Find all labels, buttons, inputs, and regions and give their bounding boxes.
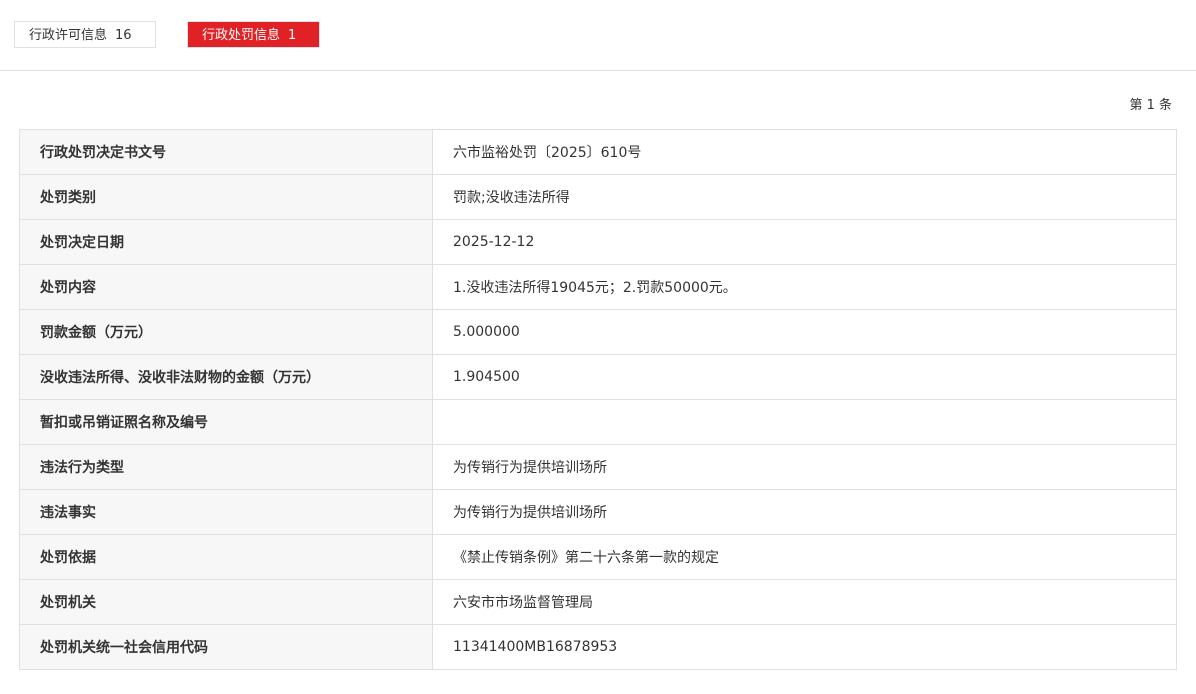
table-row: 处罚依据 《禁止传销条例》第二十六条第一款的规定: [19, 534, 1177, 580]
table-row: 违法事实 为传销行为提供培训场所: [19, 489, 1177, 535]
field-label: 处罚内容: [19, 264, 433, 310]
table-row: 处罚决定日期 2025-12-12: [19, 219, 1177, 265]
field-value: 为传销行为提供培训场所: [432, 489, 1177, 535]
table-row: 处罚类别 罚款;没收违法所得: [19, 174, 1177, 220]
table-row: 处罚内容 1.没收违法所得19045元；2.罚款50000元。: [19, 264, 1177, 310]
table-row: 处罚机关统一社会信用代码 11341400MB16878953: [19, 624, 1177, 670]
field-label: 行政处罚决定书文号: [19, 129, 433, 175]
table-row: 行政处罚决定书文号 六市监裕处罚〔2025〕610号: [19, 129, 1177, 175]
field-label: 处罚机关统一社会信用代码: [19, 624, 433, 670]
field-value: 罚款;没收违法所得: [432, 174, 1177, 220]
tab-bar: 行政许可信息 16 行政处罚信息 1: [14, 21, 320, 48]
tab-label: 行政许可信息: [29, 28, 108, 43]
field-value: 11341400MB16878953: [432, 624, 1177, 670]
field-value: 为传销行为提供培训场所: [432, 444, 1177, 490]
field-value: 1.904500: [432, 354, 1177, 400]
field-label: 处罚类别: [19, 174, 433, 220]
table-row: 暂扣或吊销证照名称及编号: [19, 399, 1177, 445]
tab-administrative-penalty[interactable]: 行政处罚信息 1: [187, 21, 320, 48]
field-label: 罚款金额（万元）: [19, 309, 433, 355]
tab-count: 1: [288, 28, 297, 43]
field-value: 2025-12-12: [432, 219, 1177, 265]
field-label: 没收违法所得、没收非法财物的金额（万元）: [19, 354, 433, 400]
field-value: 5.000000: [432, 309, 1177, 355]
field-label: 处罚机关: [19, 579, 433, 625]
record-index: 第 1 条: [1129, 98, 1172, 113]
table-row: 处罚机关 六安市市场监督管理局: [19, 579, 1177, 625]
table-row: 罚款金额（万元） 5.000000: [19, 309, 1177, 355]
tab-label: 行政处罚信息: [202, 28, 281, 43]
field-label: 违法事实: [19, 489, 433, 535]
field-value: 《禁止传销条例》第二十六条第一款的规定: [432, 534, 1177, 580]
field-label: 处罚决定日期: [19, 219, 433, 265]
field-value: 六市监裕处罚〔2025〕610号: [432, 129, 1177, 175]
tab-count: 16: [115, 28, 132, 43]
field-value: 六安市市场监督管理局: [432, 579, 1177, 625]
field-label: 暂扣或吊销证照名称及编号: [19, 399, 433, 445]
field-value: 1.没收违法所得19045元；2.罚款50000元。: [432, 264, 1177, 310]
tab-administrative-license[interactable]: 行政许可信息 16: [14, 21, 156, 48]
table-row: 没收违法所得、没收非法财物的金额（万元） 1.904500: [19, 354, 1177, 400]
penalty-detail-table: 行政处罚决定书文号 六市监裕处罚〔2025〕610号 处罚类别 罚款;没收违法所得 处罚…: [19, 129, 1177, 670]
field-value: [432, 399, 1177, 445]
table-row: 违法行为类型 为传销行为提供培训场所: [19, 444, 1177, 490]
divider: [0, 70, 1196, 71]
field-label: 处罚依据: [19, 534, 433, 580]
field-label: 违法行为类型: [19, 444, 433, 490]
